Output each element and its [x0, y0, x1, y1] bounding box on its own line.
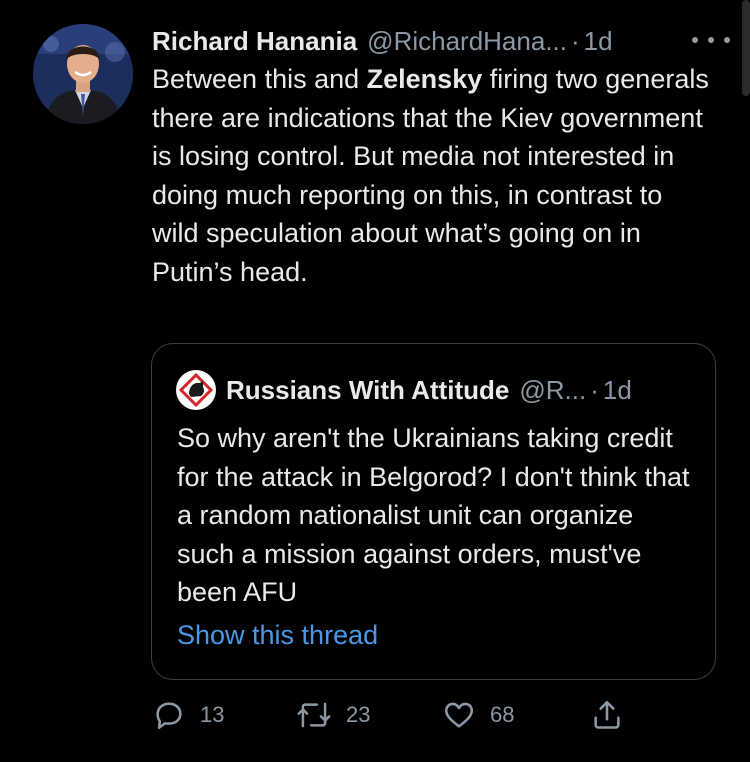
quoted-tweet-header: Russians With Attitude @R... · 1d — [176, 370, 632, 410]
separator-dot: · — [570, 25, 580, 56]
quoted-tweet-text: So why aren't the Ukrainians taking cred… — [177, 423, 690, 607]
more-dot — [692, 37, 698, 43]
tweet-actions: 13 23 68 — [152, 697, 652, 733]
avatar-image — [33, 24, 133, 124]
tweet[interactable]: Richard Hanania @RichardHana... · 1d Bet… — [0, 0, 750, 762]
share-button[interactable] — [590, 697, 624, 733]
tweet-timestamp[interactable]: 1d — [584, 26, 613, 57]
share-icon — [594, 700, 620, 729]
tweet-text-rest: firing two generals there are indication… — [152, 64, 709, 287]
show-thread-link[interactable]: Show this thread — [177, 620, 378, 651]
quoted-tweet[interactable]: Russians With Attitude @R... · 1d So why… — [151, 343, 716, 680]
quoted-separator-dot: · — [590, 374, 599, 405]
quoted-timestamp[interactable]: 1d — [603, 375, 632, 406]
author-name[interactable]: Richard Hanania — [152, 26, 357, 57]
tweet-text: Between this and Zelensky firing two gen… — [152, 60, 712, 291]
more-icon[interactable] — [692, 34, 730, 46]
author-avatar[interactable] — [33, 24, 133, 124]
more-dot — [724, 37, 730, 43]
more-dot — [708, 37, 714, 43]
retweet-icon — [297, 702, 331, 728]
like-button[interactable]: 68 — [442, 697, 514, 733]
reply-count: 13 — [200, 702, 225, 727]
retweet-count: 23 — [346, 702, 371, 727]
retweet-button[interactable]: 23 — [296, 697, 370, 733]
quoted-author-handle[interactable]: @R... — [519, 375, 586, 406]
quoted-author-name[interactable]: Russians With Attitude — [226, 375, 509, 406]
quoted-avatar-logo — [177, 371, 215, 409]
quoted-author-avatar[interactable] — [176, 370, 216, 410]
tweet-header: Richard Hanania @RichardHana... · 1d — [152, 24, 732, 58]
scrollbar[interactable] — [742, 0, 750, 96]
reply-button[interactable]: 13 — [152, 697, 224, 733]
reply-icon — [156, 702, 182, 730]
author-handle[interactable]: @RichardHana... — [367, 26, 567, 57]
like-icon — [444, 702, 474, 728]
tweet-text-bold: Zelensky — [366, 64, 483, 94]
tweet-text-start: Between this and — [152, 64, 367, 94]
like-count: 68 — [490, 702, 515, 727]
